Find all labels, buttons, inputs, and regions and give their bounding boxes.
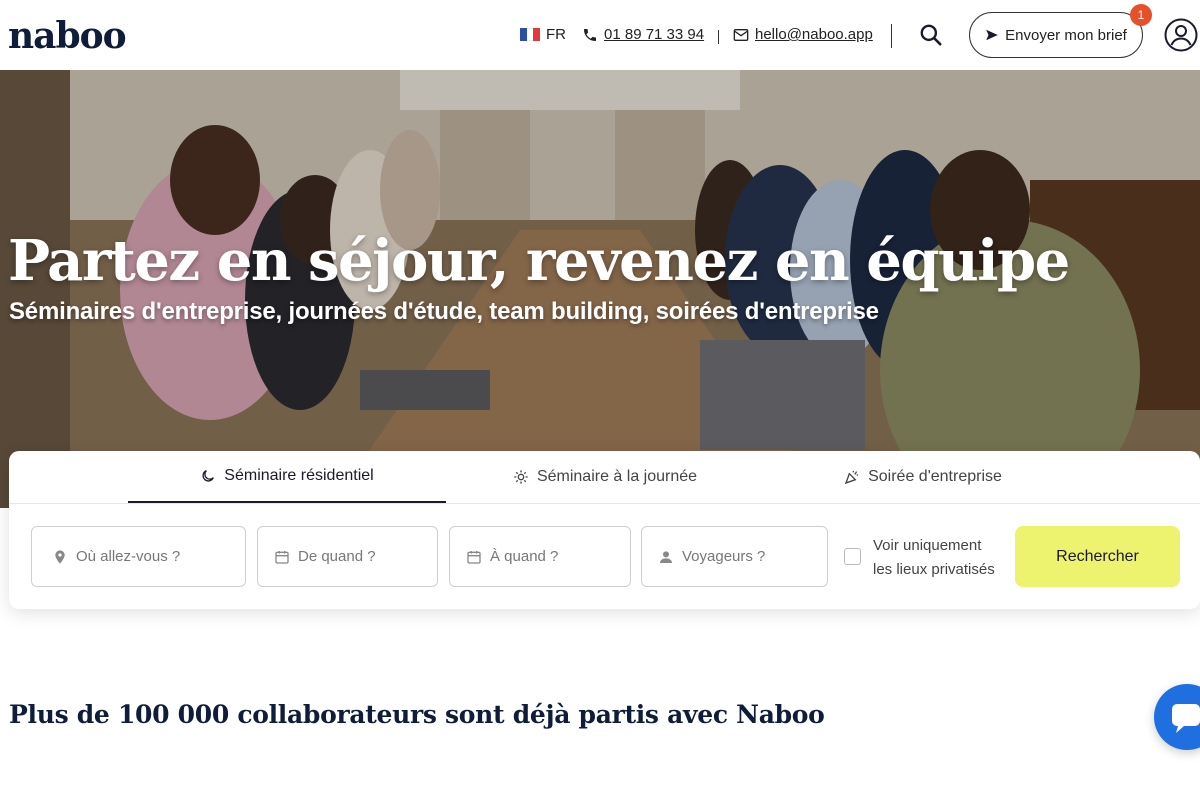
- moon-icon: [202, 470, 215, 482]
- private-venues-label[interactable]: Voir uniquement les lieux privatisés: [873, 534, 995, 582]
- mail-icon: [733, 28, 749, 41]
- account-button[interactable]: [1164, 18, 1198, 52]
- language-selector[interactable]: FR: [520, 26, 566, 43]
- destination-input[interactable]: Où allez-vous ?: [31, 526, 246, 587]
- search-icon: [920, 24, 942, 46]
- search-submit-button[interactable]: Rechercher: [1015, 526, 1180, 587]
- hero-subtitle: Séminaires d'entreprise, journées d'étud…: [9, 298, 879, 325]
- send-icon: [986, 29, 998, 41]
- travelers-input[interactable]: Voyageurs ?: [641, 526, 828, 587]
- tab-soiree-entreprise[interactable]: Soirée d'entreprise: [764, 451, 1082, 503]
- hero-banner: Partez en séjour, revenez en équipe Sémi…: [0, 70, 1200, 508]
- tab-label: Séminaire résidentiel: [224, 467, 374, 484]
- private-venues-line2: les lieux privatisés: [873, 561, 995, 578]
- france-flag-icon: [520, 28, 541, 41]
- tab-seminaire-residentiel[interactable]: Séminaire résidentiel: [128, 451, 446, 503]
- top-header: naboo FR 01 89 71 33 94 hello@naboo.app …: [0, 0, 1200, 70]
- phone-number: 01 89 71 33 94: [604, 26, 705, 43]
- search-tabs: Séminaire résidentiel Séminaire à la jou…: [9, 451, 1200, 504]
- search-panel: Séminaire résidentiel Séminaire à la jou…: [9, 451, 1200, 609]
- email-link[interactable]: hello@naboo.app: [733, 26, 873, 43]
- location-pin-icon: [55, 549, 65, 564]
- notification-badge: 1: [1130, 4, 1152, 26]
- travelers-placeholder: Voyageurs ?: [682, 548, 766, 565]
- end-date-placeholder: À quand ?: [490, 548, 559, 565]
- divider: [718, 30, 719, 44]
- calendar-icon: [275, 550, 289, 564]
- chat-icon: [1172, 704, 1200, 733]
- destination-placeholder: Où allez-vous ?: [76, 548, 181, 565]
- start-date-input[interactable]: De quand ?: [257, 526, 438, 587]
- party-icon: [844, 471, 859, 485]
- tab-label: Séminaire à la journée: [536, 468, 698, 485]
- send-brief-label: Envoyer mon brief: [1005, 26, 1127, 44]
- private-venues-line1: Voir uniquement: [873, 537, 982, 554]
- hero-title: Partez en séjour, revenez en équipe: [8, 228, 1070, 294]
- calendar-icon: [467, 550, 481, 564]
- phone-link[interactable]: 01 89 71 33 94: [582, 26, 704, 43]
- naboo-logo[interactable]: naboo: [8, 18, 127, 54]
- email-address: hello@naboo.app: [755, 26, 873, 43]
- sun-icon: [514, 470, 528, 484]
- tab-label: Soirée d'entreprise: [868, 468, 1002, 485]
- user-icon: [1164, 18, 1198, 52]
- person-icon: [660, 550, 672, 563]
- search-button[interactable]: [918, 22, 944, 48]
- section-heading: Plus de 100 000 collaborateurs sont déjà…: [9, 700, 825, 729]
- send-brief-button[interactable]: Envoyer mon brief: [969, 12, 1143, 58]
- phone-icon: [584, 28, 596, 41]
- private-venues-checkbox[interactable]: [844, 548, 861, 565]
- start-date-placeholder: De quand ?: [298, 548, 376, 565]
- language-label: FR: [546, 26, 566, 43]
- chat-launcher-button[interactable]: [1154, 684, 1200, 750]
- divider: [891, 24, 892, 48]
- end-date-input[interactable]: À quand ?: [449, 526, 631, 587]
- tab-seminaire-journee[interactable]: Séminaire à la journée: [446, 451, 764, 503]
